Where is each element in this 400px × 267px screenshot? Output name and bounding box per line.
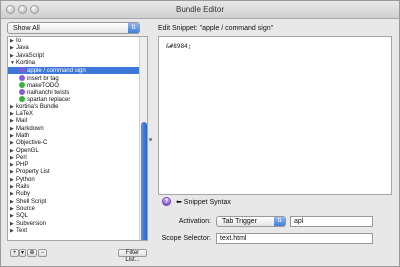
snippet-icon xyxy=(19,81,25,88)
tree-bundle-item[interactable]: ▶ Mail xyxy=(8,118,141,125)
tree-item-label: Io xyxy=(16,38,22,44)
tree-bundle-item[interactable]: ▶ SQL xyxy=(8,213,141,220)
tree-item-label: Rails xyxy=(16,184,30,190)
tree-scrollbar[interactable] xyxy=(139,37,147,240)
snippet-content[interactable]: &#8984; xyxy=(166,43,191,50)
tree-item-label: Python xyxy=(16,176,35,183)
tree-item-label: kortina's Bundle xyxy=(16,103,59,110)
popup-arrows-icon: ⇅ xyxy=(274,217,285,226)
tree-item-label: Subversion xyxy=(16,220,47,227)
tree-bundle-item[interactable]: ▶ Perl xyxy=(8,155,141,162)
tree-bundle-item[interactable]: ▶ Objective-C xyxy=(8,140,141,147)
activation-popup[interactable]: Tab Trigger ⇅ xyxy=(216,216,286,227)
tree-bundle-item[interactable]: ▶ LaTeX xyxy=(8,111,141,118)
tree-bundle-item[interactable]: ▶ Rails xyxy=(8,184,141,191)
tree-bundle-item[interactable]: ▶ Shell Script xyxy=(8,199,141,206)
tree-item-label: insert br tag xyxy=(27,75,59,82)
tree-bundle-item[interactable]: ▶ Ruby xyxy=(8,191,141,198)
help-icon[interactable]: ? xyxy=(162,197,171,206)
tree-item-label: Mail xyxy=(16,118,28,125)
snippet-syntax-link[interactable]: ⬅ Snippet Syntax xyxy=(176,198,231,206)
tree-item-label: apple / command sign xyxy=(27,68,86,75)
edit-snippet-heading: Edit Snippet: "apple / command sign" xyxy=(158,25,274,32)
filter-popup[interactable]: Show All ⇅ xyxy=(7,22,140,34)
tree-item-label: LaTeX xyxy=(16,111,34,117)
tree-bundle-item[interactable]: ▶ Text xyxy=(8,228,141,235)
tree-item-label: makeTODO xyxy=(27,82,59,89)
tree-item-label: JavaScript xyxy=(16,52,45,59)
tree-bundle-item[interactable]: ▶ Math xyxy=(8,133,141,140)
snippet-icon xyxy=(19,89,25,96)
tree-item-label: PHP xyxy=(16,162,29,169)
tree-item-label: Text xyxy=(16,227,28,234)
tree-item-label: Ruby xyxy=(16,191,31,198)
tree-snippet-item[interactable]: apple / command sign xyxy=(8,67,141,75)
activation-label: Activation: xyxy=(178,218,211,225)
tree-item-label: OpenGL xyxy=(16,147,39,154)
tree-bundle-item[interactable]: ▶ PHP xyxy=(8,162,141,169)
tree-item-label: Perl xyxy=(16,154,27,161)
tree-item-label: SQL xyxy=(16,213,29,220)
window-title: Bundle Editor xyxy=(175,5,225,14)
filter-selected-label: Show All xyxy=(13,25,40,32)
tree-item-label: Kortina xyxy=(16,59,36,66)
tree-snippet-item[interactable]: insert br tag xyxy=(8,74,141,82)
tree-item-label: Markdown xyxy=(16,125,44,132)
tree-snippet-item[interactable]: makeTODO xyxy=(8,81,141,89)
tree-snippet-item[interactable]: spartan replacer xyxy=(8,96,141,103)
tree-bundle-item[interactable]: ▶ Java xyxy=(8,45,141,52)
snippet-icon xyxy=(19,74,25,81)
scope-selector-label: Scope Selector: xyxy=(161,235,211,242)
tree-item-label: Objective-C xyxy=(16,140,48,147)
snippet-icon xyxy=(19,67,25,74)
tree-bundle-item[interactable]: ▶ Source xyxy=(8,206,141,213)
tree-item-label: Java xyxy=(16,45,29,52)
tree-item-label: Source xyxy=(16,205,36,212)
tree-item-label: Math xyxy=(16,132,30,139)
snippet-icon xyxy=(19,96,25,103)
popup-arrows-icon: ⇅ xyxy=(128,23,139,33)
scrollbar-thumb[interactable] xyxy=(141,122,147,240)
scope-selector-field[interactable]: text.html xyxy=(216,233,373,244)
filter-list-button[interactable]: Filter List... xyxy=(118,249,147,263)
tree-bundle-item[interactable]: ▶ Markdown xyxy=(8,126,141,133)
tree-bundle-item[interactable]: ▶ Io xyxy=(8,38,141,45)
bundle-tree[interactable]: ▶ Text ▶ Subversion ▶ SQL ▶ Source ▶ Shell Script… xyxy=(7,36,148,241)
tree-bundle-item[interactable]: ▶ OpenGL xyxy=(8,148,141,155)
activation-selected: Tab Trigger xyxy=(222,218,258,225)
snippet-editor[interactable]: &#8984; xyxy=(158,36,392,195)
tree-bundle-item[interactable]: ▶ JavaScript xyxy=(8,53,141,60)
tree-bundle-item[interactable]: ▶ Python xyxy=(8,177,141,184)
split-view-handle[interactable] xyxy=(149,138,152,141)
tree-item-label: Property List xyxy=(16,169,50,176)
tree-snippet-item[interactable]: naihanchi twists xyxy=(8,89,141,96)
tree-item-label: Shell Script xyxy=(16,198,47,205)
bundle-editor-window: Bundle Editor Show All ⇅ ▶ Text ▶ Subversio… xyxy=(0,0,400,267)
tree-bundle-item[interactable]: ▶ Property List xyxy=(8,169,141,176)
tab-trigger-field[interactable]: apl xyxy=(290,216,373,227)
action-button[interactable]: ⊕ xyxy=(27,249,37,257)
tree-item-label: naihanchi twists xyxy=(27,90,70,97)
add-menu-button[interactable]: ▾ xyxy=(19,249,26,257)
tree-bundle-item[interactable]: ▶ kortina's Bundle xyxy=(8,104,141,111)
add-item-button[interactable]: + xyxy=(10,249,19,257)
tree-bundle-item[interactable]: ▼Kortina xyxy=(8,60,141,67)
remove-item-button[interactable]: − xyxy=(38,249,47,257)
title-bar: Bundle Editor xyxy=(1,1,399,19)
tree-bundle-item[interactable]: ▶ Subversion xyxy=(8,221,141,228)
tree-item-label: spartan replacer xyxy=(27,97,71,104)
